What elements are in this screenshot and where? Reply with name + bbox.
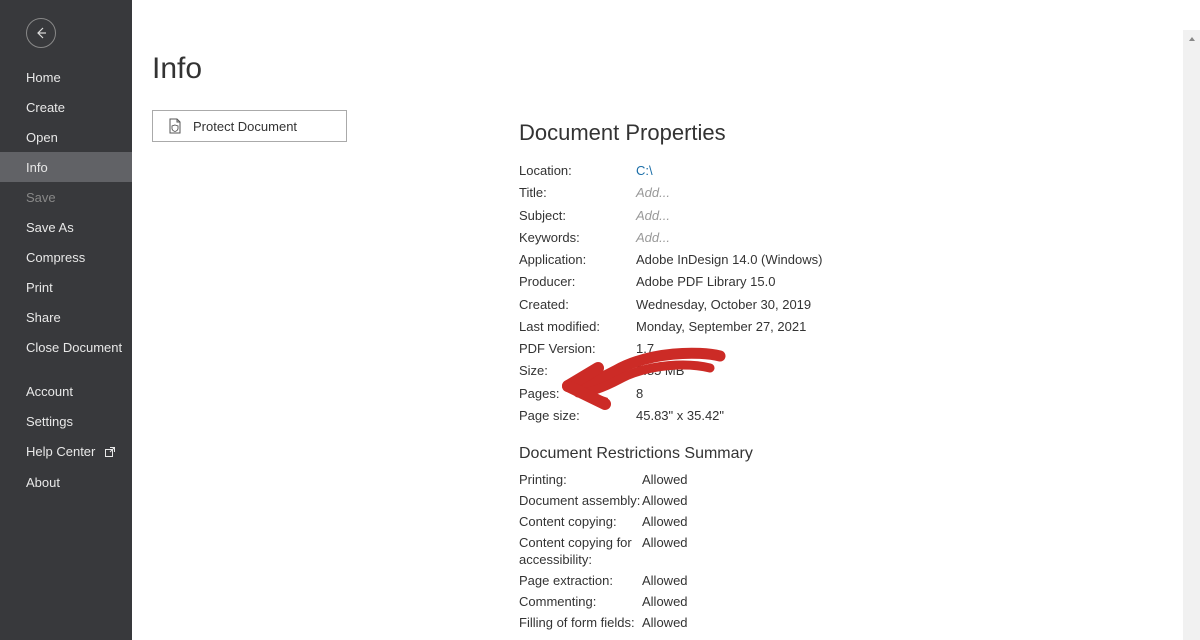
- protect-document-label: Protect Document: [193, 119, 297, 134]
- property-label: Created:: [519, 297, 636, 313]
- document-properties-heading: Document Properties: [519, 120, 1039, 146]
- sidebar-item-share[interactable]: Share: [0, 302, 132, 332]
- protect-document-button[interactable]: Protect Document: [152, 110, 347, 142]
- restriction-value: Allowed: [642, 594, 688, 610]
- property-placeholder-title[interactable]: Add...: [636, 185, 670, 201]
- main-content: Info Protect Document Document Propertie…: [132, 0, 1200, 640]
- property-row-page-size: Page size: 45.83" x 35.42": [519, 405, 1039, 427]
- sidebar-item-info[interactable]: Info: [0, 152, 132, 182]
- property-value: Adobe InDesign 14.0 (Windows): [636, 252, 822, 268]
- property-row-producer: Producer: Adobe PDF Library 15.0: [519, 271, 1039, 293]
- document-shield-icon: [167, 118, 183, 134]
- restriction-value: Allowed: [642, 493, 688, 509]
- property-value: Wednesday, October 30, 2019: [636, 297, 811, 313]
- restriction-label: Printing:: [519, 472, 642, 488]
- property-row-subject: Subject: Add...: [519, 205, 1039, 227]
- restriction-label: Document assembly:: [519, 493, 642, 509]
- property-row-pdf-version: PDF Version: 1.7: [519, 338, 1039, 360]
- restriction-label: Filling of form fields:: [519, 615, 642, 631]
- restriction-label: Content copying for accessibility:: [519, 535, 642, 568]
- sidebar-item-settings[interactable]: Settings: [0, 406, 132, 436]
- property-label: Location:: [519, 163, 636, 179]
- property-row-keywords: Keywords: Add...: [519, 227, 1039, 249]
- vertical-scrollbar[interactable]: [1183, 30, 1200, 640]
- sidebar-item-label: Help Center: [26, 444, 95, 459]
- sidebar-item-save-as[interactable]: Save As: [0, 212, 132, 242]
- property-row-application: Application: Adobe InDesign 14.0 (Window…: [519, 249, 1039, 271]
- property-label: Keywords:: [519, 230, 636, 246]
- restriction-value: Allowed: [642, 472, 688, 488]
- property-value: Monday, September 27, 2021: [636, 319, 806, 335]
- property-placeholder-subject[interactable]: Add...: [636, 208, 670, 224]
- sidebar-item-close-document[interactable]: Close Document: [0, 332, 132, 362]
- property-label: Application:: [519, 252, 636, 268]
- sidebar-item-save: Save: [0, 182, 132, 212]
- external-link-icon: [105, 445, 115, 460]
- restriction-row-assembly: Document assembly: Allowed: [519, 490, 1039, 511]
- property-label: PDF Version:: [519, 341, 636, 357]
- property-value: 45.83" x 35.42": [636, 408, 724, 424]
- restriction-row-printing: Printing: Allowed: [519, 469, 1039, 490]
- sidebar-item-print[interactable]: Print: [0, 272, 132, 302]
- property-row-modified: Last modified: Monday, September 27, 202…: [519, 316, 1039, 338]
- sidebar-item-open[interactable]: Open: [0, 122, 132, 152]
- restriction-label: Content copying:: [519, 514, 642, 530]
- property-value: 8: [636, 386, 643, 402]
- back-button[interactable]: [26, 18, 56, 48]
- property-value-location-link[interactable]: C:\: [636, 163, 653, 179]
- page-title: Info: [152, 52, 1200, 86]
- scrollbar-up-icon[interactable]: [1183, 30, 1200, 47]
- document-properties: Document Properties Location: C:\ Title:…: [519, 120, 1039, 634]
- property-label: Title:: [519, 185, 636, 201]
- sidebar-item-help-center[interactable]: Help Center: [0, 436, 132, 467]
- sidebar-item-create[interactable]: Create: [0, 92, 132, 122]
- property-label: Producer:: [519, 274, 636, 290]
- sidebar-item-home[interactable]: Home: [0, 62, 132, 92]
- property-placeholder-keywords[interactable]: Add...: [636, 230, 670, 246]
- restriction-row-extraction: Page extraction: Allowed: [519, 570, 1039, 591]
- property-value-size: 9.85 MB: [636, 363, 684, 379]
- property-row-size: Size: 9.85 MB: [519, 360, 1039, 382]
- restriction-value: Allowed: [642, 514, 688, 530]
- property-label: Size:: [519, 363, 636, 379]
- sidebar: Home Create Open Info Save Save As Compr…: [0, 0, 132, 640]
- restriction-row-accessibility: Content copying for accessibility: Allow…: [519, 533, 1039, 571]
- property-label: Last modified:: [519, 319, 636, 335]
- restriction-value: Allowed: [642, 573, 688, 589]
- arrow-left-icon: [34, 26, 48, 40]
- sidebar-item-account[interactable]: Account: [0, 376, 132, 406]
- property-label: Subject:: [519, 208, 636, 224]
- sidebar-item-compress[interactable]: Compress: [0, 242, 132, 272]
- sidebar-item-about[interactable]: About: [0, 467, 132, 497]
- property-row-pages: Pages: 8: [519, 383, 1039, 405]
- restriction-row-commenting: Commenting: Allowed: [519, 592, 1039, 613]
- property-value: Adobe PDF Library 15.0: [636, 274, 775, 290]
- property-label: Pages:: [519, 386, 636, 402]
- restriction-value: Allowed: [642, 615, 688, 631]
- restriction-row-formfill: Filling of form fields: Allowed: [519, 613, 1039, 634]
- restriction-label: Page extraction:: [519, 573, 642, 589]
- property-row-created: Created: Wednesday, October 30, 2019: [519, 294, 1039, 316]
- property-row-location: Location: C:\: [519, 160, 1039, 182]
- property-value: 1.7: [636, 341, 654, 357]
- restrictions-heading: Document Restrictions Summary: [519, 445, 1039, 463]
- restriction-row-copying: Content copying: Allowed: [519, 512, 1039, 533]
- restriction-label: Commenting:: [519, 594, 642, 610]
- property-label: Page size:: [519, 408, 636, 424]
- restriction-value: Allowed: [642, 535, 688, 568]
- property-row-title: Title: Add...: [519, 182, 1039, 204]
